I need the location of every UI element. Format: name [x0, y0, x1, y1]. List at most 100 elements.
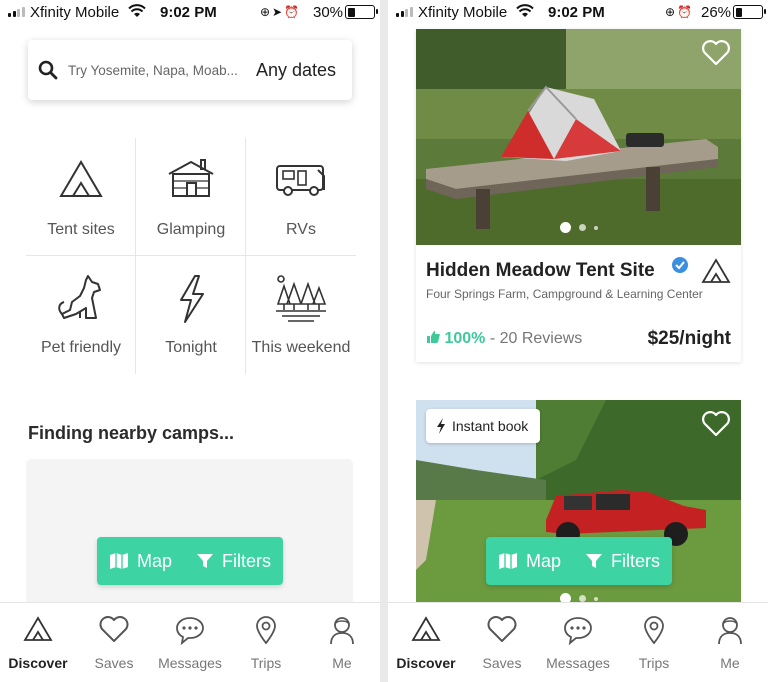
map-icon	[499, 553, 517, 569]
map-button[interactable]: Map	[97, 537, 184, 585]
carrier-label: Xfinity Mobile	[30, 4, 120, 21]
category-rvs[interactable]: RVs	[246, 138, 356, 256]
filters-button-label: Filters	[222, 550, 272, 571]
map-button-label: Map	[137, 550, 173, 571]
battery-percent: 26%	[701, 4, 732, 21]
listing-photo[interactable]	[416, 29, 741, 245]
save-heart-icon[interactable]	[701, 39, 731, 67]
category-tonight[interactable]: Tonight	[136, 256, 246, 374]
listing-subtitle: Four Springs Farm, Campground & Learning…	[426, 287, 703, 301]
tent-icon	[23, 616, 53, 641]
listing-price: $25/night	[647, 328, 731, 349]
search-input[interactable]: Try Yosemite, Napa, Moab...	[68, 63, 268, 78]
nav-discover[interactable]: Discover	[0, 603, 76, 682]
date-picker[interactable]: Any dates	[256, 60, 336, 81]
battery-icon	[345, 5, 378, 19]
map-filters-pill: Map Filters	[97, 537, 283, 585]
category-label: Tonight	[165, 339, 217, 356]
tent-icon	[701, 258, 731, 283]
status-icons: ⊕➤⏰	[260, 5, 302, 19]
dog-icon	[58, 275, 101, 319]
search-bar[interactable]: Try Yosemite, Napa, Moab... Any dates	[28, 40, 352, 100]
nav-label: Discover	[396, 655, 456, 671]
heart-icon	[99, 616, 129, 642]
person-icon	[330, 617, 354, 645]
pin-icon	[256, 616, 276, 645]
status-time: 9:02 PM	[548, 4, 605, 21]
nav-label: Trips	[250, 655, 282, 671]
nav-messages[interactable]: Messages	[152, 603, 228, 682]
discover-screen-left: Xfinity Mobile 9:02 PM ⊕➤⏰ 30% Try Yosem…	[0, 0, 380, 682]
map-loading-placeholder	[26, 459, 353, 609]
status-bar: Xfinity Mobile 9:02 PM ⊕⏰ 26%	[388, 0, 768, 26]
chat-icon	[176, 617, 204, 645]
category-grid: Tent sites Glamping RVs Pet friendly Ton…	[26, 138, 356, 374]
nav-label: Messages	[158, 655, 222, 671]
map-icon	[110, 553, 128, 569]
nav-messages[interactable]: Messages	[540, 603, 616, 682]
search-icon	[38, 60, 58, 80]
battery-percent: 30%	[313, 4, 344, 21]
status-time: 9:02 PM	[160, 4, 217, 21]
wifi-icon	[516, 4, 534, 17]
tent-icon	[411, 616, 441, 641]
filter-icon	[586, 554, 603, 568]
category-this-weekend[interactable]: This weekend	[246, 256, 356, 374]
instant-book-badge: Instant book	[426, 409, 541, 443]
review-count[interactable]: - 20 Reviews	[490, 330, 582, 347]
nav-label: Saves	[482, 655, 522, 671]
nav-trips[interactable]: Trips	[616, 603, 692, 682]
verified-badge-icon	[672, 257, 688, 273]
instant-book-label: Instant book	[452, 418, 529, 434]
map-button-label: Map	[526, 550, 562, 571]
category-tent-sites[interactable]: Tent sites	[26, 138, 136, 256]
nav-label: Discover	[8, 655, 68, 671]
pin-icon	[644, 616, 664, 645]
filters-button[interactable]: Filters	[184, 537, 283, 585]
filter-icon	[197, 554, 214, 568]
campsite-photo	[416, 29, 741, 245]
nav-label: Me	[332, 655, 352, 671]
lightning-icon	[437, 418, 445, 434]
nav-saves[interactable]: Saves	[76, 603, 152, 682]
filters-button[interactable]: Filters	[573, 537, 672, 585]
signal-icon	[8, 7, 25, 17]
category-label: Pet friendly	[40, 339, 122, 356]
category-glamping[interactable]: Glamping	[136, 138, 246, 256]
nav-me[interactable]: Me	[692, 603, 768, 682]
category-label: Glamping	[156, 221, 226, 238]
listing-rating: 100% - 20 Reviews	[426, 330, 582, 348]
thumbs-up-icon	[427, 331, 440, 343]
carrier-label: Xfinity Mobile	[418, 4, 508, 21]
bottom-nav: Discover Saves Messages Trips Me	[388, 602, 768, 682]
wifi-icon	[128, 4, 146, 17]
listing-card[interactable]: Hidden Meadow Tent Site Four Springs Far…	[416, 29, 741, 362]
map-filters-pill: Map Filters	[486, 537, 672, 585]
nav-label: Saves	[94, 655, 134, 671]
category-label: RVs	[286, 221, 316, 238]
status-icons: ⊕⏰	[665, 5, 694, 19]
category-label: Tent sites	[47, 221, 115, 238]
nav-discover[interactable]: Discover	[388, 603, 464, 682]
nav-saves[interactable]: Saves	[464, 603, 540, 682]
nav-me[interactable]: Me	[304, 603, 380, 682]
nav-trips[interactable]: Trips	[228, 603, 304, 682]
lightning-icon	[180, 275, 204, 323]
save-heart-icon[interactable]	[701, 410, 731, 438]
heart-icon	[487, 616, 517, 642]
category-pet-friendly[interactable]: Pet friendly	[26, 256, 136, 374]
rv-icon	[276, 165, 325, 196]
nav-label: Trips	[638, 655, 670, 671]
filters-button-label: Filters	[611, 550, 661, 571]
discover-screen-right: Xfinity Mobile 9:02 PM ⊕⏰ 26% Hidden Mea…	[388, 0, 768, 682]
person-icon	[718, 617, 742, 645]
listing-title: Hidden Meadow Tent Site	[426, 260, 655, 281]
map-button[interactable]: Map	[486, 537, 573, 585]
finding-camps-heading: Finding nearby camps...	[28, 423, 235, 443]
nav-label: Messages	[546, 655, 610, 671]
forest-icon	[276, 275, 327, 322]
carousel-dots	[416, 222, 741, 233]
battery-icon	[733, 5, 766, 19]
signal-icon	[396, 7, 413, 17]
bottom-nav: Discover Saves Messages Trips Me	[0, 602, 380, 682]
